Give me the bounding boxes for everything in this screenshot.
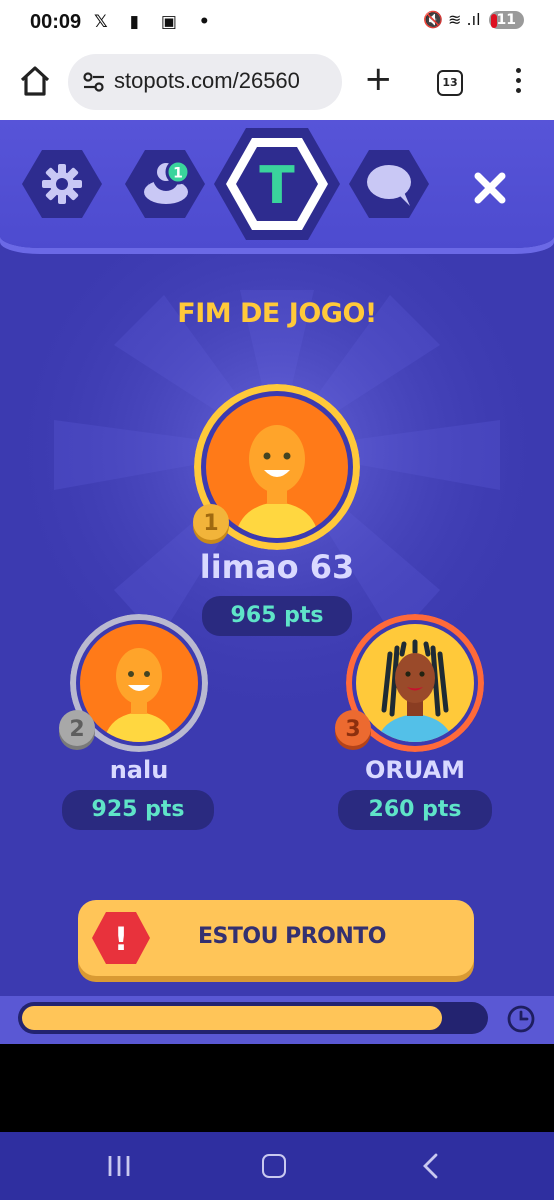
game-over-title: FIM DE JOGO!	[177, 298, 377, 329]
rank-1-badge: 1	[193, 504, 229, 544]
svg-text:3: 3	[345, 717, 360, 742]
timer-fill	[22, 1006, 442, 1030]
site-settings-icon[interactable]	[82, 71, 106, 93]
players-button[interactable]: 1	[125, 150, 205, 218]
empty-region	[0, 1044, 554, 1132]
new-tab-icon[interactable]: +	[364, 62, 393, 96]
svg-text:!: !	[114, 920, 129, 958]
recent-apps-icon[interactable]	[106, 1154, 132, 1178]
svg-text:1: 1	[203, 511, 218, 536]
battery-icon: 11	[488, 10, 524, 29]
url-text: stopots.com/26560	[114, 68, 300, 93]
browser-toolbar: stopots.com/26560 + 13	[0, 46, 554, 120]
close-icon[interactable]	[470, 168, 510, 208]
clock-icon	[507, 1005, 535, 1033]
more-menu-icon[interactable]	[516, 68, 522, 98]
ready-button-label: ESTOU PRONTO	[198, 924, 387, 949]
chat-button[interactable]	[349, 150, 429, 218]
system-nav-bar	[0, 1132, 554, 1200]
tab-switcher-button[interactable]: 13	[437, 70, 463, 96]
current-letter: T	[214, 128, 340, 240]
player-2-name: nalu	[109, 756, 169, 784]
svg-text:2: 2	[69, 717, 84, 742]
status-bar: 00:09 𝕏 ▮ ▣ • 🔇 ≋ .ıl 11	[0, 0, 554, 46]
address-bar[interactable]: stopots.com/26560	[68, 54, 342, 110]
signal-icons: 🔇 ≋ .ıl	[423, 10, 481, 29]
game-screen: 1 T FIM DE JOGO! 1 limao 63 965 pts 2 na…	[0, 120, 554, 1044]
rank-2-badge: 2	[59, 710, 95, 750]
system-icons: 🔇 ≋ .ıl 11	[423, 10, 524, 29]
players-count-badge: 1	[173, 166, 183, 182]
letter-text: T	[259, 156, 295, 216]
status-time: 00:09	[30, 11, 82, 33]
notification-icons: 𝕏 ▮ ▣ •	[94, 12, 218, 32]
ready-button[interactable]: ! ESTOU PRONTO	[78, 900, 474, 976]
rank-3-badge: 3	[335, 710, 371, 750]
player-3-name: ORUAM	[364, 756, 466, 784]
player-3-points: 260 pts	[338, 790, 492, 830]
warning-icon: !	[92, 912, 150, 964]
player-2-points: 925 pts	[62, 790, 214, 830]
round-timer	[0, 996, 554, 1044]
back-icon[interactable]	[420, 1152, 442, 1180]
player-1-name: limao 63	[199, 548, 355, 586]
player-1-points: 965 pts	[202, 596, 352, 636]
settings-button[interactable]	[22, 150, 102, 218]
home-icon[interactable]	[18, 64, 52, 98]
home-nav-icon[interactable]	[262, 1154, 286, 1178]
timer-track	[18, 1002, 488, 1034]
